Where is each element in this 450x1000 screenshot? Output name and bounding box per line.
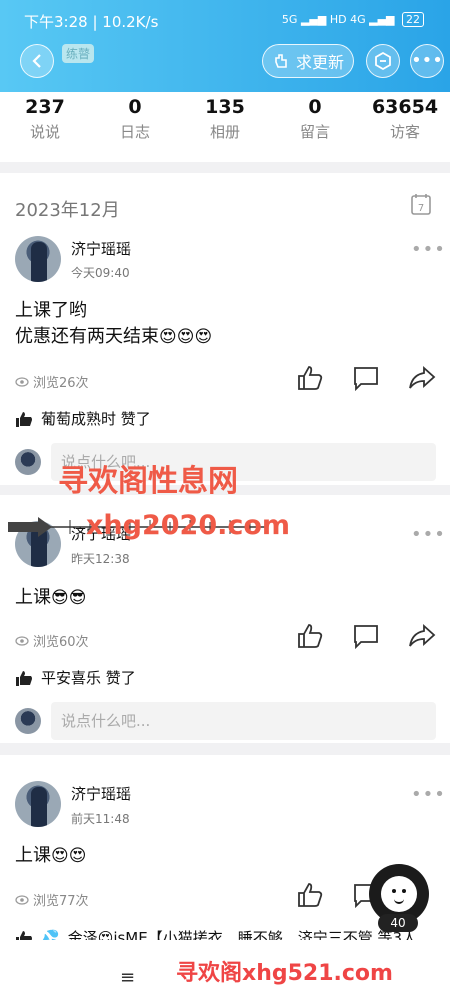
stat-count: 0: [128, 96, 142, 118]
watermark-bottom: 寻欢阁xhg521.com: [176, 961, 393, 986]
chevron-left-icon: [32, 54, 41, 68]
like-icon[interactable]: [296, 881, 324, 909]
comment-icon[interactable]: [352, 364, 380, 392]
post-time: 今天09:40: [71, 266, 130, 280]
share-icon[interactable]: [408, 364, 436, 392]
stat-label: 留言: [299, 123, 330, 141]
back-button[interactable]: [20, 44, 54, 78]
post-more-icon[interactable]: •••: [411, 239, 446, 260]
post-author[interactable]: 济宁瑶瑶: [71, 783, 131, 804]
more-button[interactable]: •••: [410, 44, 444, 78]
view-count: 浏览77次: [15, 890, 89, 909]
likes-row: 平安喜乐 赞了: [15, 667, 136, 688]
comment-icon[interactable]: [352, 622, 380, 650]
avatar[interactable]: [15, 236, 61, 282]
post-line-1: 上课: [15, 845, 51, 866]
float-badge: 40: [378, 914, 418, 932]
stat-count: 63654: [371, 96, 439, 118]
request-update-label: 求更新: [295, 53, 344, 72]
hand-icon: [275, 54, 287, 68]
post-more-icon[interactable]: •••: [411, 524, 446, 545]
stat-shuoshuo[interactable]: 237 说说: [0, 92, 90, 162]
stat-messages[interactable]: 0 留言: [270, 92, 360, 162]
profile-tag: 练瞽: [62, 44, 95, 63]
likes-row: 葡萄成熟时 赞了: [15, 408, 151, 429]
post-emojis: 😎😎: [51, 588, 87, 608]
menu-icon[interactable]: ≡: [120, 967, 135, 988]
stat-visitors[interactable]: 63654 访客: [360, 92, 450, 162]
profile-header: 下午3:28 | 10.2K/s 5G ▂▄▆ HD 4G ▂▄▆ 22 练瞽 …: [0, 0, 450, 92]
stat-album[interactable]: 135 相册: [180, 92, 270, 162]
mascot-face-icon: [381, 876, 417, 912]
view-count: 浏览26次: [15, 372, 89, 391]
eye-icon: [15, 376, 29, 387]
likes-text[interactable]: 平安喜乐 赞了: [41, 667, 136, 688]
thumbs-up-icon: [16, 411, 32, 427]
watermark-top: 寻欢阁性息网: [58, 464, 238, 499]
network-4g: HD 4G: [329, 13, 366, 26]
signal-icon-2: ▂▄▆: [369, 13, 395, 26]
stat-label: 说说: [29, 123, 60, 141]
post-line-1: 上课: [15, 587, 51, 608]
month-header: 2023年12月: [15, 200, 120, 221]
hexagon-button[interactable]: [366, 44, 400, 78]
post-author[interactable]: 济宁瑶瑶: [71, 238, 131, 259]
likes-text[interactable]: 葡萄成熟时 赞了: [41, 408, 151, 429]
comment-input[interactable]: 说点什么吧...: [51, 702, 436, 740]
thumbs-up-icon: [16, 670, 32, 686]
like-icon[interactable]: [296, 364, 324, 392]
post-line-1: 上课了哟: [15, 300, 87, 321]
post-content: 上课😎😎: [15, 585, 86, 611]
calendar-icon[interactable]: 7: [411, 193, 431, 215]
post-content: 上课了哟 优惠还有两天结束😍😍😍: [15, 298, 212, 350]
calendar-day: 7: [418, 203, 424, 214]
stat-label: 访客: [389, 123, 420, 141]
status-icons: 5G ▂▄▆ HD 4G ▂▄▆ 22: [282, 12, 424, 27]
stat-count: 135: [205, 96, 245, 118]
status-time: 下午3:28 | 10.2K/s: [24, 13, 159, 31]
comment-avatar: [15, 708, 41, 734]
view-count: 浏览60次: [15, 631, 89, 650]
signal-icon: ▂▄▆: [300, 13, 327, 26]
network-5g: 5G: [281, 13, 298, 26]
watermark-middle: xhg2020.com: [86, 510, 291, 541]
stat-label: 相册: [209, 123, 240, 141]
view-count-text: 浏览60次: [33, 635, 89, 650]
stats-bar: 237 说说 0 日志 135 相册 0 留言 63654 访客: [0, 92, 450, 162]
share-icon[interactable]: [408, 622, 436, 650]
post-time: 前天11:48: [71, 812, 130, 826]
post-emojis: 😍😍: [51, 846, 87, 866]
more-dots-icon: •••: [411, 50, 443, 71]
post-more-icon[interactable]: •••: [411, 784, 446, 805]
comment-avatar: [15, 449, 41, 475]
avatar[interactable]: [15, 781, 61, 827]
eye-icon: [15, 635, 29, 646]
view-count-text: 浏览77次: [33, 894, 89, 909]
post-time: 昨天12:38: [71, 552, 130, 566]
status-bar: 下午3:28 | 10.2K/s 5G ▂▄▆ HD 4G ▂▄▆ 22: [0, 0, 450, 40]
request-update-button[interactable]: 求更新: [262, 44, 354, 78]
post-emojis: 😍😍😍: [159, 327, 213, 347]
like-icon[interactable]: [296, 622, 324, 650]
post-content: 上课😍😍: [15, 843, 86, 869]
hexagon-icon: [375, 52, 391, 70]
battery-indicator: 22: [402, 12, 424, 27]
stat-label: 日志: [119, 123, 150, 141]
stat-count: 0: [308, 96, 322, 118]
view-count-text: 浏览26次: [33, 376, 89, 391]
post-line-2: 优惠还有两天结束: [15, 326, 159, 347]
eye-icon: [15, 894, 29, 905]
stat-count: 237: [25, 96, 65, 118]
stat-blog[interactable]: 0 日志: [90, 92, 180, 162]
